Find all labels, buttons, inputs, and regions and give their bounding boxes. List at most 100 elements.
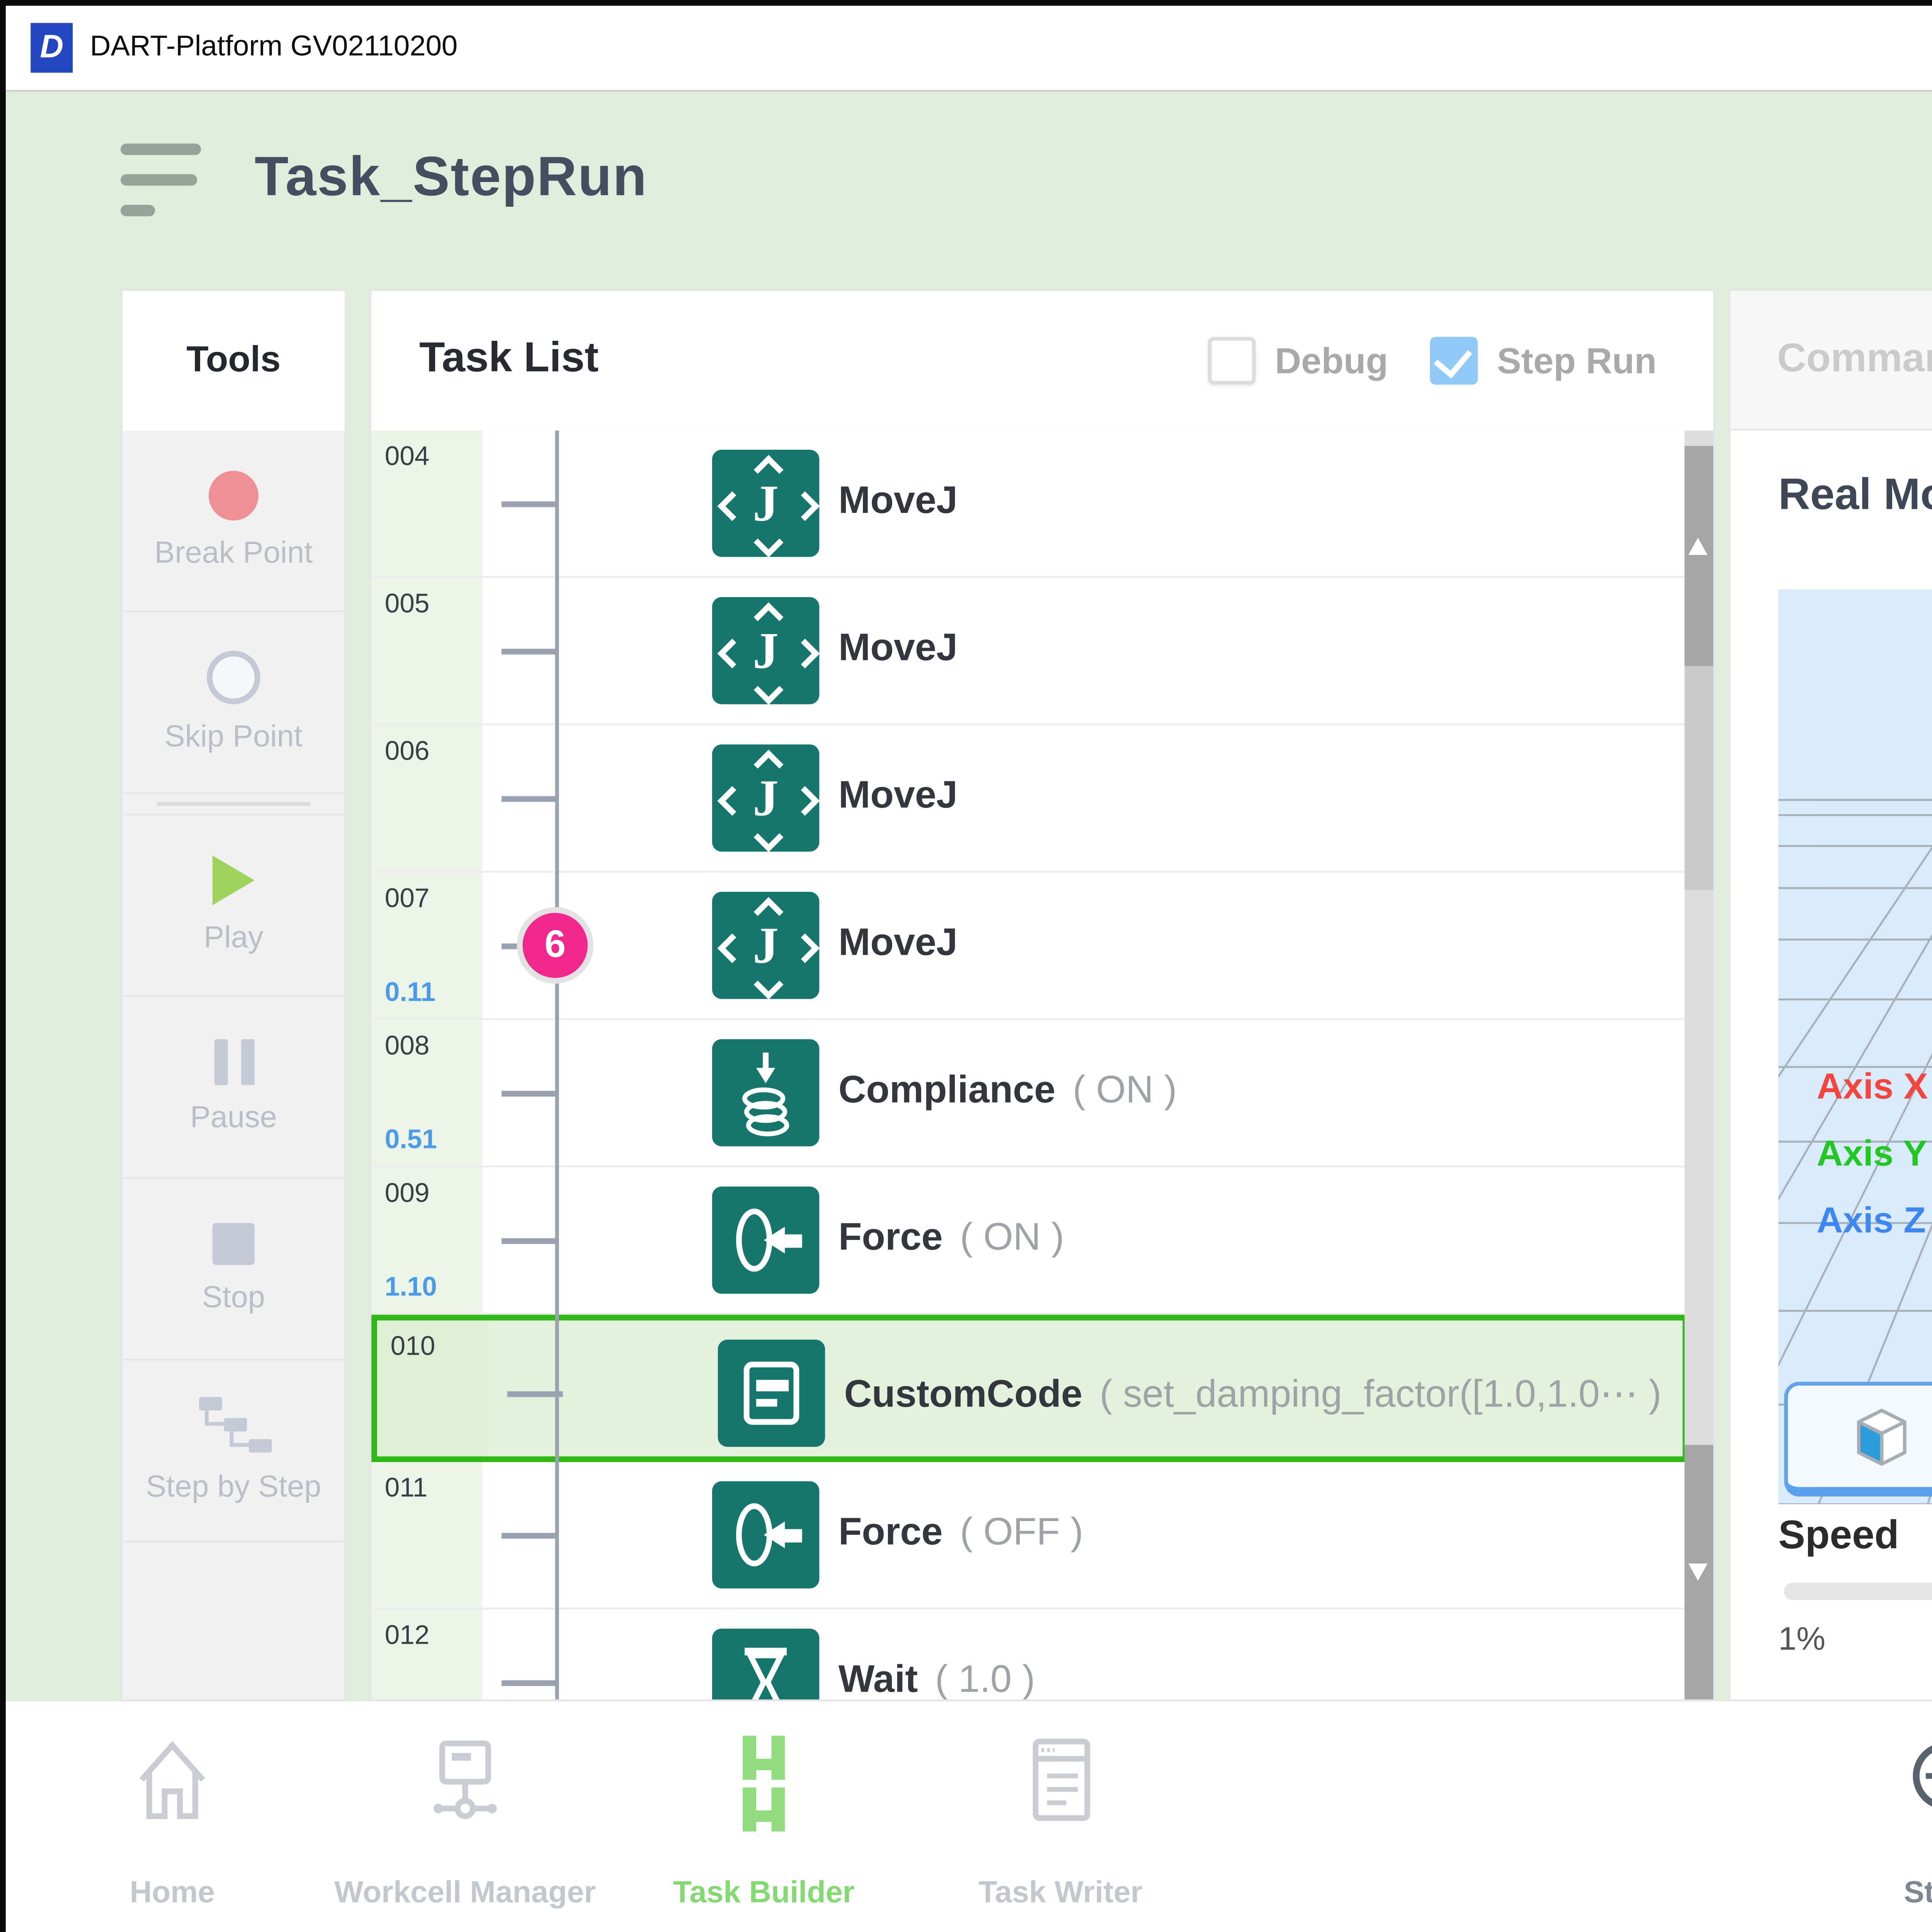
real-mode-label: Real Mode xyxy=(1778,469,1932,520)
debug-label: Debug xyxy=(1275,343,1388,385)
axis-z-label: Axis Z xyxy=(1816,1202,1926,1244)
task-tree-line xyxy=(555,430,559,1699)
row-label: MoveJ xyxy=(838,480,957,524)
row-label: Wait( 1.0 ) xyxy=(838,1659,1035,1699)
row-label: MoveJ xyxy=(838,922,957,966)
task-row-009[interactable]: 009 1.10 Force( ON ) xyxy=(371,1167,1688,1315)
detail-panel: Command Property Variable Play Real Mode… xyxy=(1729,289,1932,1701)
task-row-010-selected[interactable]: 010 CustomCode( set_damping_factor([1.0,… xyxy=(371,1315,1688,1462)
movej-icon: J xyxy=(712,597,819,704)
row-label: Force( ON ) xyxy=(838,1217,1064,1261)
view-preset-row xyxy=(1778,1382,1932,1500)
app-logo-icon: D xyxy=(31,23,73,73)
row-number: 004 xyxy=(385,440,430,471)
scrollbar-thumb[interactable] xyxy=(1685,446,1713,666)
debug-checkbox[interactable] xyxy=(1208,337,1256,385)
movej-icon: J xyxy=(712,450,819,557)
stop-label: Stop xyxy=(202,1281,265,1316)
force-icon xyxy=(712,1481,819,1588)
wait-icon xyxy=(712,1629,819,1699)
row-label: Force( OFF ) xyxy=(838,1512,1083,1556)
nav-status[interactable]: Status xyxy=(1788,1721,1932,1927)
row-number: 005 xyxy=(385,588,430,618)
detail-tabs: Command Property Variable Play xyxy=(1731,291,1932,431)
task-list-title: Task List xyxy=(419,333,599,383)
speed-label: Speed xyxy=(1778,1514,1899,1560)
nav-workcell-manager[interactable]: Workcell Manager xyxy=(303,1721,628,1927)
task-row-012[interactable]: 012 Wait( 1.0 ) xyxy=(371,1609,1688,1699)
stop-button[interactable]: Stop xyxy=(122,1179,345,1361)
skip-point-button[interactable]: Skip Point xyxy=(122,612,345,794)
step-by-step-icon xyxy=(191,1396,276,1454)
bottom-navigation: Home Workcell Manager Task Builder Tas xyxy=(6,1701,1932,1932)
task-rows: 004 J MoveJ 005 J MoveJ 006 J MoveJ 00 xyxy=(371,430,1688,1699)
menu-hamburger-icon[interactable] xyxy=(121,143,205,220)
row-number: 009 xyxy=(385,1177,430,1208)
view-front-button[interactable] xyxy=(1784,1382,1932,1497)
nav-task-writer[interactable]: Task Writer xyxy=(898,1721,1223,1927)
row-exec-time: 1.10 xyxy=(385,1271,437,1301)
viewport-scene xyxy=(1778,589,1932,1504)
row-label: Compliance( ON ) xyxy=(838,1070,1177,1114)
step-by-step-label: Step by Step xyxy=(146,1471,321,1505)
task-row-011[interactable]: 011 Force( OFF ) xyxy=(371,1462,1688,1609)
step-run-label: Step Run xyxy=(1497,343,1656,385)
app-window: D DART-Platform GV02110200 ✕ Task_StepRu… xyxy=(0,0,1932,1932)
movej-icon: J xyxy=(712,892,819,999)
title-bar: D DART-Platform GV02110200 ✕ xyxy=(6,6,1932,92)
nav-task-builder-active[interactable]: Task Builder xyxy=(601,1721,927,1927)
scrollbar-thumb[interactable] xyxy=(1685,666,1713,890)
scroll-up-icon[interactable] xyxy=(1689,538,1708,555)
compliance-icon xyxy=(712,1039,819,1146)
task-row-008[interactable]: 008 0.51 Compliance( ON ) xyxy=(371,1020,1688,1167)
row-number: 007 xyxy=(385,882,430,913)
task-builder-icon xyxy=(710,1728,817,1835)
window-title: DART-Platform GV02110200 xyxy=(90,31,457,63)
task-list-scrollbar[interactable] xyxy=(1685,430,1713,1699)
speed-slider[interactable] xyxy=(1784,1583,1932,1600)
task-row-005[interactable]: 005 J MoveJ xyxy=(371,578,1688,725)
task-list-header: Task List Debug Step Run xyxy=(371,291,1713,433)
pause-button[interactable]: Pause xyxy=(122,997,345,1179)
row-number: 011 xyxy=(385,1472,428,1502)
scrollbar-thumb[interactable] xyxy=(1685,1445,1713,1699)
home-icon xyxy=(119,1728,226,1835)
customcode-icon xyxy=(718,1340,825,1447)
step-run-checkbox[interactable] xyxy=(1430,337,1478,385)
play-button[interactable]: Play xyxy=(122,815,345,997)
break-point-button[interactable]: Break Point xyxy=(122,430,345,612)
task-writer-icon xyxy=(1007,1728,1114,1835)
skip-point-label: Skip Point xyxy=(165,721,303,755)
step-by-step-button[interactable]: Step by Step xyxy=(122,1361,345,1543)
nav-home[interactable]: Home xyxy=(10,1721,335,1927)
break-point-label: Break Point xyxy=(155,537,313,571)
tools-divider xyxy=(122,794,345,815)
row-label: CustomCode( set_damping_factor([1.0,1.0⋯… xyxy=(844,1370,1662,1418)
break-point-icon xyxy=(209,470,259,520)
row-label: MoveJ xyxy=(838,775,957,819)
task-row-006[interactable]: 006 J MoveJ xyxy=(371,725,1688,872)
task-list-panel: Task List Debug Step Run 004 J MoveJ 005… xyxy=(369,289,1715,1701)
row-number: 010 xyxy=(391,1330,435,1361)
movej-icon: J xyxy=(712,745,819,852)
pause-icon xyxy=(213,1038,253,1084)
tab-command[interactable]: Command xyxy=(1731,291,1932,431)
robot-3d-viewport[interactable]: Axis X Axis Y Axis Z FRONT xyxy=(1778,589,1932,1504)
stop-icon xyxy=(213,1222,255,1264)
row-exec-time: 0.11 xyxy=(385,976,435,1007)
play-icon xyxy=(213,854,255,904)
axis-x-label: Axis X xyxy=(1816,1068,1928,1110)
pause-label: Pause xyxy=(190,1101,277,1136)
tools-panel: Tools Break Point Skip Point Play Pause xyxy=(121,289,347,1701)
skip-point-icon xyxy=(207,650,260,703)
play-label: Play xyxy=(204,922,263,956)
task-row-004[interactable]: 004 J MoveJ xyxy=(371,430,1688,578)
nav-label: Status xyxy=(1788,1878,1932,1912)
row-number: 008 xyxy=(385,1030,430,1060)
axis-y-label: Axis Y xyxy=(1816,1135,1927,1177)
play-tab-body: Real Mode 00:00:05.84 xyxy=(1731,430,1932,1699)
nav-label: Home xyxy=(10,1878,335,1912)
scroll-down-icon[interactable] xyxy=(1689,1563,1708,1581)
page-title: Task_StepRun xyxy=(255,147,648,210)
tools-panel-title: Tools xyxy=(122,291,345,431)
